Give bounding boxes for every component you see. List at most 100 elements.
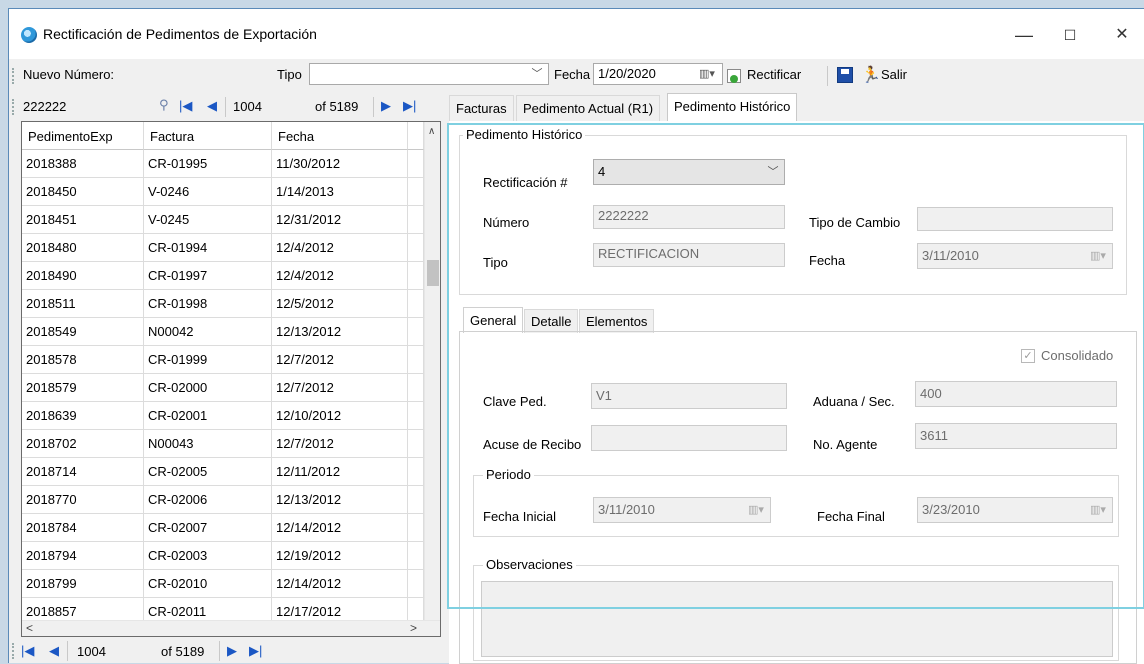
agente-field[interactable]: 3611	[915, 423, 1117, 449]
cell-extra[interactable]	[408, 514, 424, 542]
previous-record-icon[interactable]: ◀	[49, 643, 59, 659]
cell-fecha[interactable]: 12/11/2012	[272, 458, 408, 486]
cell-fecha[interactable]: 12/13/2012	[272, 318, 408, 346]
table-row[interactable]: 2018799 CR-02010 12/14/2012	[22, 570, 424, 598]
cell-fecha[interactable]: 12/31/2012	[272, 206, 408, 234]
bottom-position[interactable]: 1004	[77, 644, 106, 659]
fecha-field[interactable]: 3/11/2010 ▥▾	[917, 243, 1113, 269]
search-value[interactable]: 222222	[23, 99, 66, 114]
cell-factura[interactable]: CR-01999	[144, 346, 272, 374]
cell-pedimentoexp[interactable]: 2018784	[22, 514, 144, 542]
cell-pedimentoexp[interactable]: 2018578	[22, 346, 144, 374]
salir-button[interactable]: 🏃 Salir	[861, 65, 921, 87]
last-record-icon[interactable]: ▶|	[403, 98, 416, 114]
minimize-button[interactable]: —	[1009, 23, 1039, 47]
clave-ped-field[interactable]: V1	[591, 383, 787, 409]
cell-extra[interactable]	[408, 206, 424, 234]
calendar-icon[interactable]: ▥▾	[692, 64, 722, 84]
rectificacion-select[interactable]: 4 ﹀	[593, 159, 785, 185]
cell-factura[interactable]: N00042	[144, 318, 272, 346]
cell-fecha[interactable]: 12/14/2012	[272, 570, 408, 598]
cell-factura[interactable]: N00043	[144, 430, 272, 458]
cell-factura[interactable]: CR-01998	[144, 290, 272, 318]
tipo-select[interactable]: ﹀	[309, 63, 549, 85]
cell-factura[interactable]: CR-02010	[144, 570, 272, 598]
close-button[interactable]: ✕	[1107, 23, 1137, 47]
cell-factura[interactable]: CR-01994	[144, 234, 272, 262]
cell-fecha[interactable]: 12/7/2012	[272, 430, 408, 458]
toolbar-grip[interactable]	[12, 68, 15, 84]
table-row[interactable]: 2018794 CR-02003 12/19/2012	[22, 542, 424, 570]
table-row[interactable]: 2018549 N00042 12/13/2012	[22, 318, 424, 346]
table-row[interactable]: 2018511 CR-01998 12/5/2012	[22, 290, 424, 318]
cell-fecha[interactable]: 12/14/2012	[272, 514, 408, 542]
chevron-down-icon[interactable]: ﹀	[762, 160, 784, 184]
cell-pedimentoexp[interactable]: 2018799	[22, 570, 144, 598]
observaciones-textarea[interactable]	[481, 581, 1113, 657]
column-header-fecha[interactable]: Fecha	[272, 122, 408, 150]
fecha-final-field[interactable]: 3/23/2010 ▥▾	[917, 497, 1113, 523]
last-record-icon[interactable]: ▶|	[249, 643, 262, 659]
cell-fecha[interactable]: 12/7/2012	[272, 374, 408, 402]
vertical-scrollbar[interactable]: ∧	[424, 122, 440, 620]
navigator-grip[interactable]	[12, 99, 15, 115]
first-record-icon[interactable]: |◀	[21, 643, 34, 659]
cell-extra[interactable]	[408, 290, 424, 318]
nav-position[interactable]: 1004	[233, 99, 262, 114]
cell-pedimentoexp[interactable]: 2018794	[22, 542, 144, 570]
cell-extra[interactable]	[408, 402, 424, 430]
rectificar-button[interactable]: Rectificar	[727, 65, 801, 87]
table-row[interactable]: 2018490 CR-01997 12/4/2012	[22, 262, 424, 290]
cell-extra[interactable]	[408, 262, 424, 290]
table-row[interactable]: 2018770 CR-02006 12/13/2012	[22, 486, 424, 514]
next-record-icon[interactable]: ▶	[227, 643, 237, 659]
cell-extra[interactable]	[408, 318, 424, 346]
acuse-field[interactable]	[591, 425, 787, 451]
table-row[interactable]: 2018480 CR-01994 12/4/2012	[22, 234, 424, 262]
scroll-right-icon[interactable]: >	[410, 621, 417, 635]
cell-extra[interactable]	[408, 430, 424, 458]
next-record-icon[interactable]: ▶	[381, 98, 391, 114]
tipo-cambio-field[interactable]	[917, 207, 1113, 231]
bottom-grip[interactable]	[12, 643, 15, 659]
cell-fecha[interactable]: 12/7/2012	[272, 346, 408, 374]
cell-factura[interactable]: V-0246	[144, 178, 272, 206]
cell-fecha[interactable]: 12/4/2012	[272, 262, 408, 290]
first-record-icon[interactable]: |◀	[179, 98, 192, 114]
tab-facturas[interactable]: Facturas	[449, 95, 514, 121]
maximize-button[interactable]: ☐	[1055, 23, 1085, 47]
previous-record-icon[interactable]: ◀	[207, 98, 217, 114]
cell-extra[interactable]	[408, 542, 424, 570]
table-row[interactable]: 2018578 CR-01999 12/7/2012	[22, 346, 424, 374]
cell-factura[interactable]: CR-02005	[144, 458, 272, 486]
cell-factura[interactable]: CR-02006	[144, 486, 272, 514]
cell-extra[interactable]	[408, 570, 424, 598]
fecha-input[interactable]: 1/20/2020 ▥▾	[593, 63, 723, 85]
subtab-general[interactable]: General	[463, 307, 524, 333]
cell-fecha[interactable]: 12/4/2012	[272, 234, 408, 262]
table-row[interactable]: 2018714 CR-02005 12/11/2012	[22, 458, 424, 486]
cell-pedimentoexp[interactable]: 2018714	[22, 458, 144, 486]
cell-pedimentoexp[interactable]: 2018451	[22, 206, 144, 234]
cell-pedimentoexp[interactable]: 2018480	[22, 234, 144, 262]
cell-extra[interactable]	[408, 346, 424, 374]
table-row[interactable]: 2018450 V-0246 1/14/2013	[22, 178, 424, 206]
cell-pedimentoexp[interactable]: 2018639	[22, 402, 144, 430]
table-row[interactable]: 2018639 CR-02001 12/10/2012	[22, 402, 424, 430]
table-row[interactable]: 2018579 CR-02000 12/7/2012	[22, 374, 424, 402]
cell-extra[interactable]	[408, 486, 424, 514]
tipo-field[interactable]: RECTIFICACION	[593, 243, 785, 267]
chevron-down-icon[interactable]: ﹀	[526, 64, 548, 84]
cell-factura[interactable]: CR-02001	[144, 402, 272, 430]
cell-factura[interactable]: CR-01997	[144, 262, 272, 290]
cell-extra[interactable]	[408, 374, 424, 402]
cell-pedimentoexp[interactable]: 2018579	[22, 374, 144, 402]
column-header-pedimentoexp[interactable]: PedimentoExp	[22, 122, 144, 150]
cell-factura[interactable]: CR-01995	[144, 150, 272, 178]
subtab-detalle[interactable]: Detalle	[524, 309, 579, 333]
aduana-field[interactable]: 400	[915, 381, 1117, 407]
calendar-icon[interactable]: ▥▾	[1084, 498, 1112, 522]
cell-extra[interactable]	[408, 458, 424, 486]
table-row[interactable]: 2018388 CR-01995 11/30/2012	[22, 150, 424, 178]
numero-field[interactable]: 2222222	[593, 205, 785, 229]
